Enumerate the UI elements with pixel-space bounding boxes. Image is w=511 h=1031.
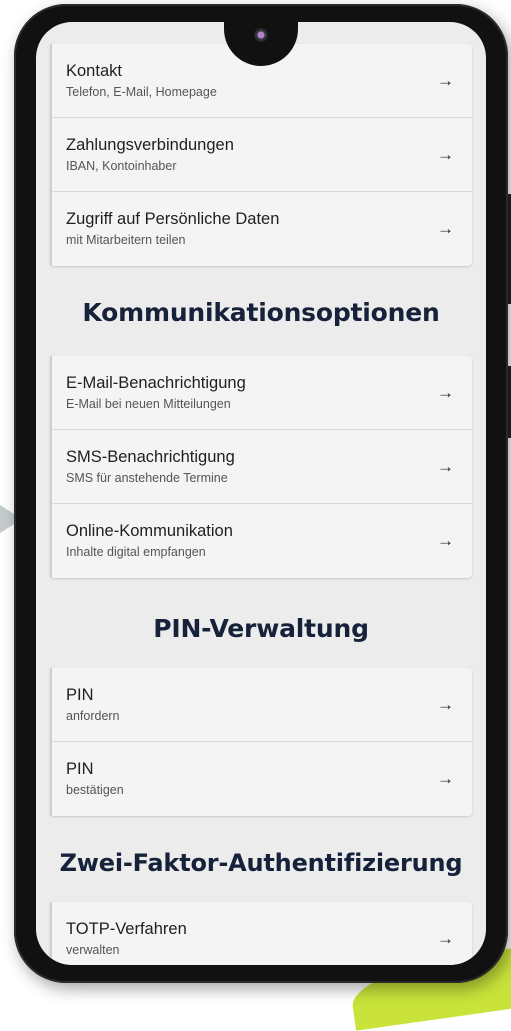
list-item-text: SMS-Benachrichtigung SMS für anstehende … [66, 447, 235, 487]
list-item-zugriff[interactable]: Zugriff auf Persönliche Daten mit Mitarb… [50, 192, 472, 266]
list-item-text: Zugriff auf Persönliche Daten mit Mitarb… [66, 209, 279, 249]
list-item-title: SMS-Benachrichtigung [66, 447, 235, 466]
list-item-totp[interactable]: TOTP-Verfahren verwalten → [50, 902, 472, 965]
list-item-subtitle: mit Mitarbeitern teilen [66, 233, 186, 247]
list-item-title: E-Mail-Benachrichtigung [66, 373, 246, 392]
list-item-subtitle: SMS für anstehende Termine [66, 470, 228, 485]
list-item-subtitle: verwalten [66, 943, 120, 957]
arrow-right-icon: → [437, 219, 454, 238]
arrow-right-icon: → [437, 144, 454, 164]
list-item-text: Kontakt Telefon, E-Mail, Homepage [66, 61, 217, 101]
arrow-right-icon: → [437, 70, 454, 90]
list-item-title: PIN [66, 685, 94, 704]
section-title-kommunikation: Kommunikationsoptionen [82, 298, 440, 327]
list-item-title: Kontakt [66, 61, 122, 80]
list-item-subtitle: E-Mail bei neuen Mitteilungen [66, 396, 231, 411]
card-kommunikation: E-Mail-Benachrichtigung E-Mail bei neuen… [50, 356, 472, 578]
arrow-right-icon: → [437, 694, 454, 714]
list-item-subtitle: Inhalte digital empfangen [66, 545, 206, 559]
list-item-sms[interactable]: SMS-Benachrichtigung SMS für anstehende … [50, 430, 472, 504]
list-item-pin-bestaetigen[interactable]: PIN bestätigen → [50, 742, 472, 816]
arrow-right-icon: → [437, 382, 454, 402]
section-title-pin: PIN-Verwaltung [153, 614, 369, 643]
card-pin: PIN anfordern → PIN bestätigen → [50, 668, 472, 816]
list-item-title: PIN [66, 760, 94, 778]
list-item-text: Online-Kommunikation Inhalte digital emp… [66, 521, 233, 561]
list-item-subtitle: IBAN, Kontoinhaber [66, 158, 177, 173]
arrow-right-icon: → [437, 929, 454, 948]
front-camera-icon [254, 28, 268, 42]
list-item-pin-anfordern[interactable]: PIN anfordern → [50, 668, 472, 742]
list-item-title: Online-Kommunikation [66, 522, 233, 540]
phone-frame: Kontakt Telefon, E-Mail, Homepage → Zahl… [14, 4, 511, 983]
card-personal-data: Kontakt Telefon, E-Mail, Homepage → Zahl… [50, 44, 472, 266]
settings-content: Kontakt Telefon, E-Mail, Homepage → Zahl… [36, 22, 486, 965]
list-item-text: PIN anfordern [66, 685, 120, 725]
list-item-text: TOTP-Verfahren verwalten [66, 919, 187, 959]
list-item-text: PIN bestätigen [66, 759, 124, 799]
arrow-right-icon: → [437, 456, 454, 476]
arrow-right-icon: → [437, 531, 454, 550]
card-2fa: TOTP-Verfahren verwalten → [50, 902, 472, 965]
list-item-email[interactable]: E-Mail-Benachrichtigung E-Mail bei neuen… [50, 356, 472, 430]
list-item-text: E-Mail-Benachrichtigung E-Mail bei neuen… [66, 373, 246, 413]
list-item-subtitle: anfordern [66, 708, 120, 723]
phone-screen: Kontakt Telefon, E-Mail, Homepage → Zahl… [36, 22, 486, 965]
list-item-text: Zahlungsverbindungen IBAN, Kontoinhaber [66, 135, 234, 175]
list-item-title: Zahlungsverbindungen [66, 135, 234, 154]
list-item-subtitle: bestätigen [66, 783, 124, 797]
list-item-title: Zugriff auf Persönliche Daten [66, 210, 280, 228]
list-item-subtitle: Telefon, E-Mail, Homepage [66, 84, 217, 99]
list-item-online[interactable]: Online-Kommunikation Inhalte digital emp… [50, 504, 472, 578]
list-item-zahlungsverbindungen[interactable]: Zahlungsverbindungen IBAN, Kontoinhaber … [50, 118, 472, 192]
arrow-right-icon: → [437, 769, 454, 788]
list-item-title: TOTP-Verfahren [66, 920, 187, 938]
section-title-2fa: Zwei-Faktor-Authentifizierung [59, 849, 463, 877]
